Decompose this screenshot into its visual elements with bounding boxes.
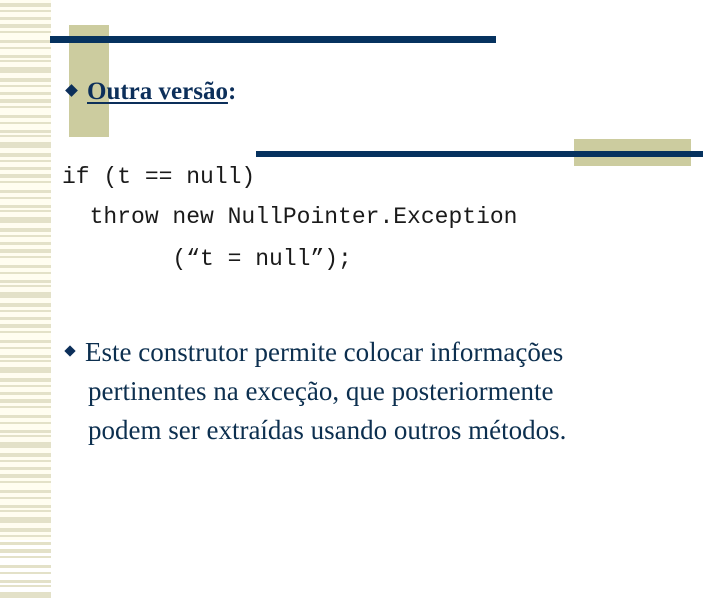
decorative-stripe bbox=[0, 317, 51, 320]
code-line: if (t == null) bbox=[62, 164, 256, 190]
decorative-stripe bbox=[0, 181, 51, 183]
decorative-stripe bbox=[0, 265, 51, 268]
decorative-stripe bbox=[0, 31, 51, 33]
slide-title-colon: : bbox=[227, 78, 237, 105]
decorative-stripe bbox=[0, 85, 51, 87]
decorative-stripe bbox=[0, 67, 51, 73]
decorative-stripe bbox=[0, 10, 51, 12]
decorative-stripe bbox=[0, 360, 51, 362]
decorative-stripe bbox=[0, 474, 51, 478]
decorative-stripe bbox=[0, 205, 51, 208]
decorative-stripe bbox=[0, 235, 51, 237]
decorative-stripe bbox=[0, 435, 51, 437]
decorative-stripe bbox=[0, 481, 51, 483]
decorative-stripe bbox=[0, 355, 51, 358]
decorative-stripe bbox=[0, 517, 51, 523]
decorative-stripe bbox=[0, 160, 51, 162]
decorative-stripe bbox=[0, 406, 51, 408]
title-rule-line bbox=[50, 36, 496, 43]
decorative-stripe bbox=[0, 115, 51, 118]
body-text-line: podem ser extraídas usando outros método… bbox=[88, 415, 567, 445]
decorative-stripe bbox=[0, 217, 51, 223]
decorative-stripe bbox=[0, 190, 51, 193]
decorative-stripe bbox=[0, 549, 51, 553]
decorative-stripe bbox=[0, 535, 51, 537]
decorative-stripe bbox=[0, 592, 51, 598]
decorative-stripe bbox=[0, 174, 51, 178]
decorative-stripe bbox=[0, 324, 51, 328]
decorative-stripe bbox=[0, 280, 51, 283]
decorative-stripe bbox=[0, 415, 51, 418]
code-line: (“t = null”); bbox=[62, 246, 352, 272]
divider-line bbox=[256, 151, 703, 157]
decorative-stripe-band bbox=[0, 0, 51, 598]
decorative-stripe bbox=[0, 331, 51, 333]
decorative-stripe bbox=[0, 367, 51, 373]
body-bullet: Este construtor permite colocar informaç… bbox=[63, 333, 566, 450]
decorative-stripe bbox=[0, 347, 51, 349]
body-text-line: pertinentes na exceção, que posteriormen… bbox=[88, 376, 554, 406]
decorative-stripe bbox=[0, 228, 51, 232]
decorative-stripe bbox=[0, 249, 51, 253]
decorative-stripe bbox=[0, 167, 51, 170]
decorative-stripe bbox=[0, 122, 51, 124]
decorative-stripe bbox=[0, 130, 51, 133]
decorative-stripe bbox=[0, 3, 51, 7]
decorative-stripe bbox=[0, 78, 51, 82]
diamond-bullet-icon bbox=[64, 345, 76, 357]
decorative-stripe bbox=[0, 399, 51, 403]
decorative-stripe bbox=[0, 505, 51, 508]
decorative-stripe bbox=[0, 467, 51, 470]
decorative-stripe bbox=[0, 210, 51, 212]
slide-title-text: Outra versão bbox=[87, 78, 228, 105]
decorative-stripe bbox=[0, 453, 51, 457]
decorative-stripe bbox=[0, 106, 51, 108]
decorative-stripe bbox=[0, 385, 51, 387]
decorative-stripe bbox=[0, 572, 51, 574]
code-line: throw new NullPointer.Exception bbox=[62, 204, 518, 230]
decorative-stripe bbox=[0, 585, 51, 587]
decorative-stripe bbox=[0, 256, 51, 258]
decorative-stripe bbox=[0, 542, 51, 545]
decorative-stripe bbox=[0, 392, 51, 395]
body-text-line: Este construtor permite colocar informaç… bbox=[85, 337, 564, 367]
decorative-stripe bbox=[0, 272, 51, 274]
decorative-stripe bbox=[0, 285, 51, 287]
decorative-stripe bbox=[0, 442, 51, 448]
decorative-stripe bbox=[0, 47, 51, 49]
decorative-stripe bbox=[0, 92, 51, 95]
decorative-stripe bbox=[0, 528, 51, 532]
decorative-stripe bbox=[0, 24, 51, 28]
diamond-bullet-icon bbox=[65, 84, 78, 97]
decorative-stripe bbox=[0, 142, 51, 148]
decorative-stripe bbox=[0, 17, 51, 20]
decorative-stripe bbox=[0, 556, 51, 558]
decorative-stripe bbox=[0, 153, 51, 157]
decorative-stripe bbox=[0, 422, 51, 424]
decorative-stripe bbox=[0, 60, 51, 62]
decorative-stripe bbox=[0, 99, 51, 103]
decorative-stripe bbox=[0, 340, 51, 343]
decorative-stripe bbox=[0, 55, 51, 58]
decorative-stripe bbox=[0, 510, 51, 512]
decorative-stripe bbox=[0, 197, 51, 199]
decorative-stripe bbox=[0, 378, 51, 382]
decorative-stripe bbox=[0, 580, 51, 583]
decorative-stripe bbox=[0, 565, 51, 568]
decorative-stripe bbox=[0, 430, 51, 433]
decorative-stripe bbox=[0, 135, 51, 137]
decorative-stripe bbox=[0, 40, 51, 43]
decorative-stripe bbox=[0, 292, 51, 298]
slide-title: Outra versão: bbox=[64, 78, 236, 106]
decorative-stripe bbox=[0, 490, 51, 493]
decorative-stripe bbox=[0, 310, 51, 312]
decorative-stripe bbox=[0, 497, 51, 499]
decorative-stripe bbox=[0, 242, 51, 245]
decorative-stripe bbox=[0, 303, 51, 307]
decorative-stripe bbox=[0, 460, 51, 462]
